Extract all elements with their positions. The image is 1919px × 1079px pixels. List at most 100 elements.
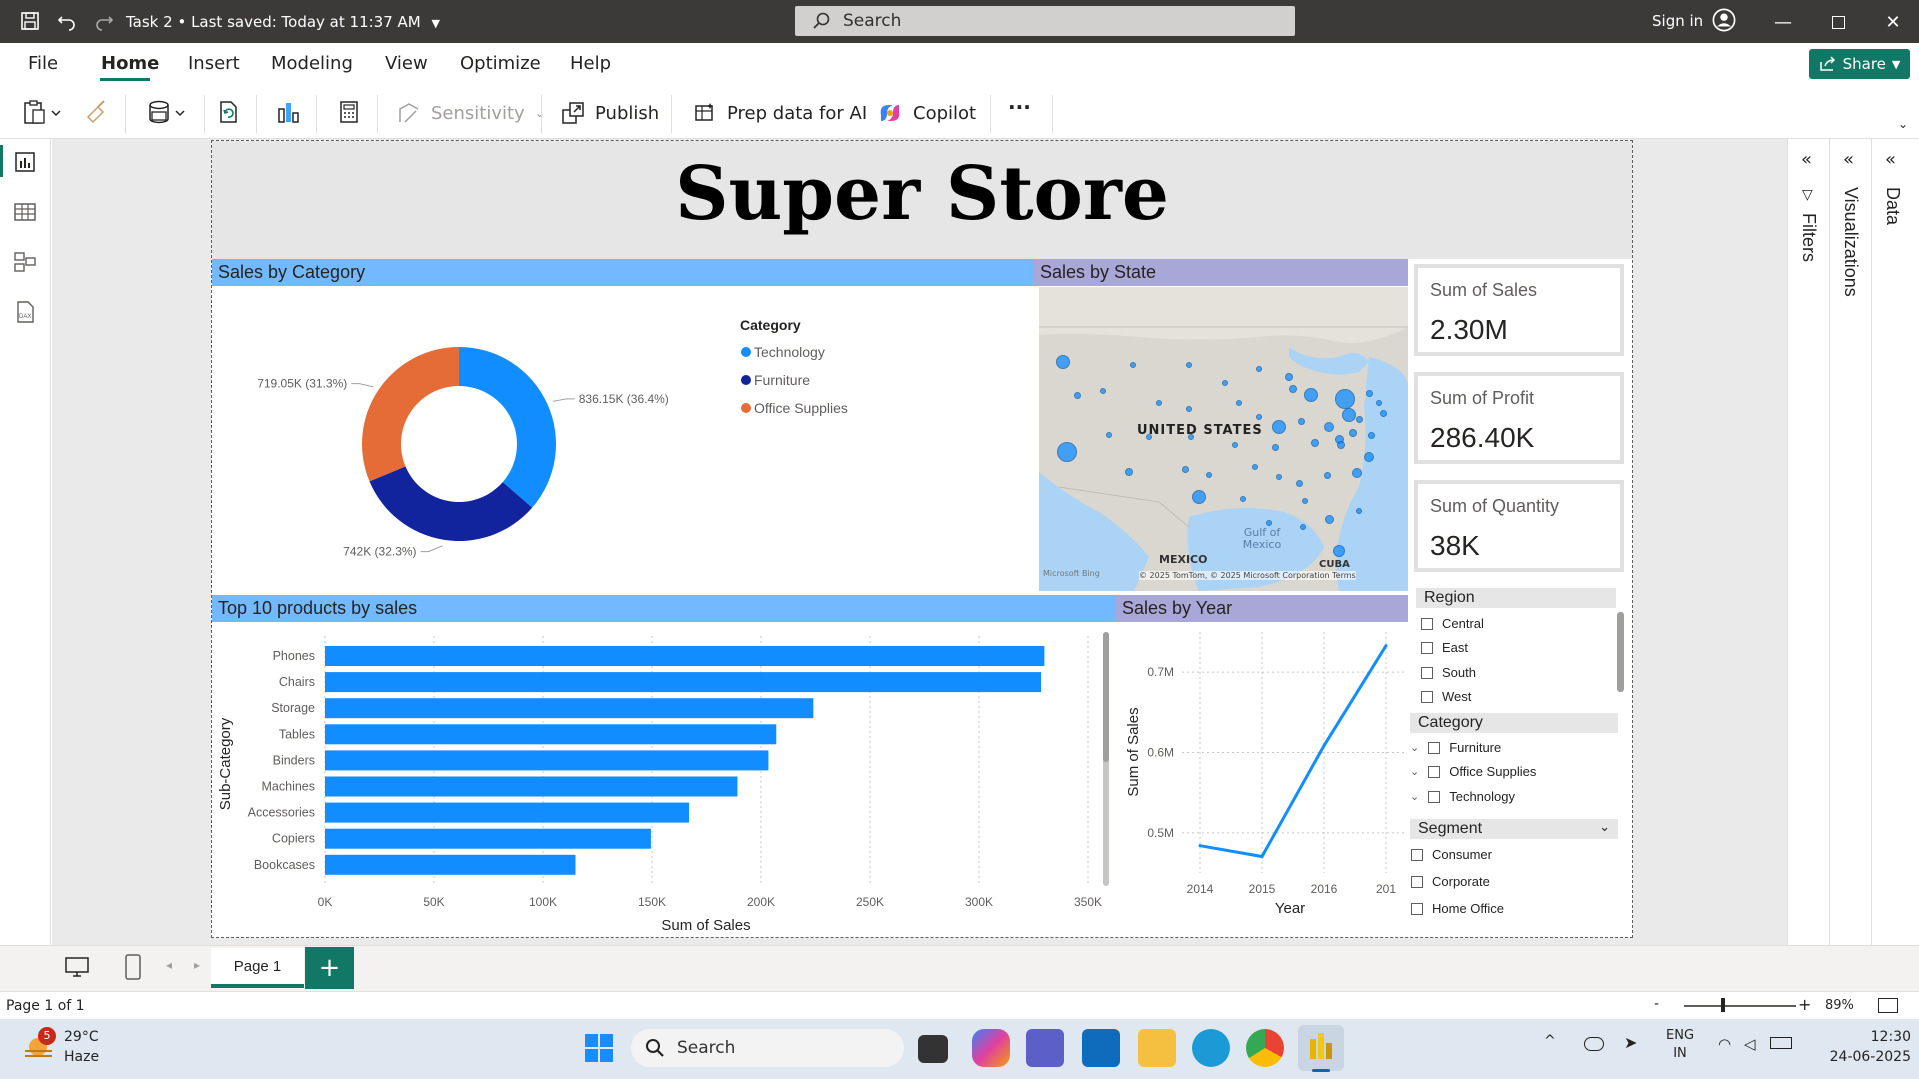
dax-query-view-icon[interactable]: DAX [12, 299, 38, 325]
battery-icon[interactable] [1770, 1037, 1792, 1049]
region-option-south[interactable]: South [1421, 665, 1476, 680]
chevron-down-icon[interactable]: ▼ [432, 17, 440, 30]
expand-filters-icon[interactable]: « [1801, 149, 1812, 170]
checkbox[interactable] [1421, 641, 1433, 654]
map-bubble[interactable] [1335, 389, 1355, 409]
model-view-icon[interactable] [12, 249, 38, 275]
map-bubble[interactable] [1271, 443, 1279, 451]
map-bubble[interactable] [1057, 442, 1077, 462]
map-bubble[interactable] [1232, 442, 1238, 448]
sensitivity-button[interactable]: Sensitivity ⌄ [397, 101, 545, 125]
format-painter-icon[interactable] [84, 99, 110, 125]
zoom-in-button[interactable]: + [1798, 995, 1811, 1014]
checkbox[interactable] [1411, 848, 1423, 861]
minimize-button[interactable]: — [1763, 8, 1803, 36]
expand-visualizations-icon[interactable]: « [1843, 149, 1854, 170]
input-language[interactable]: ENG IN [1666, 1027, 1694, 1063]
table-view-icon[interactable] [12, 199, 38, 225]
map-bubble[interactable] [1333, 545, 1345, 557]
map-bubble[interactable] [1324, 514, 1334, 524]
bar[interactable] [325, 828, 651, 849]
bar[interactable] [325, 698, 814, 719]
map-bubble[interactable] [1181, 465, 1189, 473]
map-bubble[interactable] [1337, 441, 1345, 449]
clock[interactable]: 12:30 24-06-2025 [1815, 1027, 1911, 1067]
checkbox[interactable] [1421, 617, 1433, 630]
checkbox[interactable] [1411, 875, 1423, 888]
refresh-icon[interactable] [215, 99, 241, 125]
menu-optimize[interactable]: Optimize [460, 53, 541, 74]
checkbox[interactable] [1411, 902, 1423, 915]
zoom-out-button[interactable]: - [1654, 996, 1659, 1012]
map-bubble[interactable] [1222, 380, 1228, 386]
bar[interactable] [325, 672, 1042, 693]
map-bubble[interactable] [1352, 468, 1362, 478]
map-bubble[interactable] [1073, 391, 1081, 399]
map-bubble[interactable] [1365, 389, 1373, 397]
map-bubble[interactable] [1304, 388, 1318, 402]
checkbox[interactable] [1428, 790, 1441, 803]
segment-option-home-office[interactable]: Home Office [1411, 901, 1504, 916]
undo-icon[interactable] [55, 9, 79, 33]
copilot-app-icon[interactable] [972, 1029, 1010, 1067]
map-bubble[interactable] [1300, 524, 1306, 530]
map-bubble[interactable] [1285, 373, 1293, 381]
mobile-layout-icon[interactable] [124, 954, 142, 984]
map-bubble[interactable] [1256, 414, 1262, 420]
bar[interactable] [325, 776, 738, 797]
add-page-button[interactable]: + [305, 947, 354, 989]
map-bubble[interactable] [1324, 422, 1334, 432]
file-explorer-icon[interactable] [1138, 1029, 1176, 1067]
map-bubble[interactable] [1130, 362, 1136, 368]
kpi-card-profit[interactable]: Sum of Profit 286.40K [1414, 372, 1624, 464]
map-bubble[interactable] [1186, 406, 1192, 412]
menu-insert[interactable]: Insert [188, 53, 240, 74]
share-button[interactable]: Share ▼ [1809, 49, 1910, 79]
new-visual-icon[interactable] [275, 99, 301, 125]
map-bubble[interactable] [1349, 429, 1357, 437]
chevron-down-icon[interactable]: ⌄ [1599, 817, 1610, 837]
region-slicer-scrollbar[interactable] [1617, 612, 1624, 692]
collapse-ribbon-icon[interactable]: ⌄ [1898, 117, 1908, 131]
menu-view[interactable]: View [385, 53, 428, 74]
search-box[interactable]: Search [795, 6, 1295, 36]
map-bubble[interactable] [1276, 474, 1282, 480]
region-option-east[interactable]: East [1421, 640, 1468, 655]
map-bubble[interactable] [1056, 355, 1070, 369]
desktop-layout-icon[interactable] [64, 956, 90, 982]
category-option-office-supplies[interactable]: ⌄ Office Supplies [1410, 764, 1536, 779]
kpi-card-quantity[interactable]: Sum of Quantity 38K [1414, 480, 1624, 572]
map-bubble[interactable] [1106, 432, 1112, 438]
map-bubble[interactable] [1297, 417, 1305, 425]
start-button[interactable] [584, 1033, 614, 1067]
map-bubble[interactable] [1367, 431, 1375, 439]
copilot-button[interactable]: Copilot [877, 101, 976, 125]
outlook-icon[interactable] [1082, 1029, 1120, 1067]
publish-button[interactable]: Publish [561, 101, 659, 125]
close-button[interactable]: ✕ [1873, 8, 1913, 36]
bar[interactable] [325, 854, 576, 875]
map-bubble[interactable] [1272, 420, 1286, 434]
calculator-icon[interactable] [336, 99, 362, 125]
bar[interactable] [325, 750, 769, 771]
sales-by-year-line-chart[interactable]: 0.5M 0.6M 0.7M 2014 2015 2016 201 Year Sum of Sa… [1116, 622, 1408, 937]
category-option-technology[interactable]: ⌄ Technology [1410, 789, 1515, 804]
map-bubble[interactable] [1356, 508, 1362, 514]
onedrive-icon[interactable] [1584, 1037, 1604, 1051]
weather-widget[interactable]: 5 [22, 1027, 56, 1069]
map-bubble[interactable] [1192, 490, 1206, 504]
map-bubble[interactable] [1125, 468, 1133, 476]
menu-file[interactable]: File [28, 53, 58, 74]
checkbox[interactable] [1428, 741, 1441, 754]
segment-slicer-header[interactable]: Segment ⌄ [1410, 819, 1618, 839]
wifi-icon[interactable]: ◠ [1718, 1035, 1731, 1053]
region-option-central[interactable]: Central [1421, 616, 1484, 631]
checkbox[interactable] [1421, 666, 1433, 679]
taskbar-search[interactable]: Search [631, 1029, 904, 1067]
zoom-slider-thumb[interactable] [1721, 998, 1725, 1012]
power-bi-taskbar-button[interactable] [1298, 1025, 1344, 1072]
map-bubble[interactable] [1342, 408, 1356, 422]
map-bubble[interactable] [1252, 464, 1258, 470]
save-icon[interactable] [18, 9, 42, 33]
map-bubble[interactable] [1295, 479, 1303, 487]
